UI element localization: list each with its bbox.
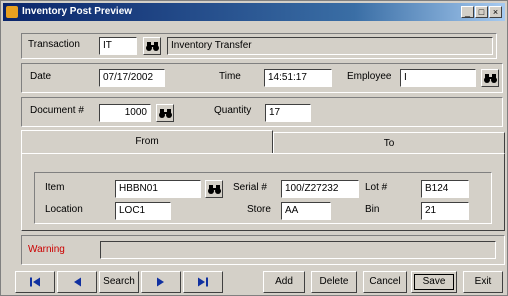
cancel-button[interactable]: Cancel	[363, 271, 407, 293]
employee-field[interactable]: I	[400, 69, 476, 87]
from-details-group: Item HBBN01 Serial # 100/Z27232 Lot # B1…	[34, 172, 492, 224]
first-record-button[interactable]	[15, 271, 55, 293]
document-lookup-button[interactable]	[156, 104, 174, 122]
date-time-panel: Date 07/17/2002 Time 14:51:17 Employee I	[21, 63, 503, 93]
binoculars-icon	[208, 185, 221, 194]
last-record-icon	[198, 277, 208, 287]
bin-field[interactable]: 21	[421, 202, 469, 220]
lot-field[interactable]: B124	[421, 180, 469, 198]
location-field[interactable]: LOC1	[115, 202, 171, 220]
tab-from-label: From	[135, 136, 159, 147]
previous-record-icon	[74, 277, 81, 287]
first-record-icon	[30, 277, 40, 287]
binoculars-icon	[146, 42, 159, 51]
store-label: Store	[247, 204, 271, 215]
warning-label: Warning	[28, 244, 65, 255]
tab-to[interactable]: To	[273, 132, 505, 154]
employee-label: Employee	[347, 71, 392, 82]
item-lookup-button[interactable]	[205, 180, 223, 198]
warning-panel: Warning	[21, 235, 505, 265]
next-record-button[interactable]	[141, 271, 181, 293]
date-field[interactable]: 07/17/2002	[99, 69, 165, 87]
exit-button[interactable]: Exit	[463, 271, 503, 293]
last-record-button[interactable]	[183, 271, 223, 293]
time-label: Time	[219, 71, 241, 82]
transaction-lookup-button[interactable]	[143, 37, 161, 55]
search-button[interactable]: Search	[99, 271, 139, 293]
serial-field[interactable]: 100/Z27232	[281, 180, 359, 198]
quantity-field[interactable]: 17	[265, 104, 311, 122]
delete-button[interactable]: Delete	[311, 271, 357, 293]
warning-field	[100, 241, 496, 259]
next-record-icon	[157, 277, 164, 287]
title-bar[interactable]: Inventory Post Preview _ □ ×	[3, 3, 505, 21]
item-label: Item	[45, 182, 65, 193]
tab-to-label: To	[383, 138, 395, 149]
transaction-panel: Transaction IT Inventory Transfer	[21, 33, 497, 59]
document-number-field[interactable]: 1000	[99, 104, 151, 122]
location-label: Location	[45, 204, 83, 215]
lot-label: Lot #	[365, 182, 388, 193]
document-panel: Document # 1000 Quantity 17	[21, 97, 503, 127]
time-field[interactable]: 14:51:17	[264, 69, 332, 87]
item-field[interactable]: HBBN01	[115, 180, 201, 198]
store-field[interactable]: AA	[281, 202, 331, 220]
quantity-label: Quantity	[214, 105, 252, 116]
employee-lookup-button[interactable]	[481, 69, 499, 87]
add-button[interactable]: Add	[263, 271, 305, 293]
binoculars-icon	[159, 109, 172, 118]
save-button[interactable]: Save	[411, 271, 457, 293]
app-icon	[6, 6, 18, 18]
inventory-post-preview-window: Inventory Post Preview _ □ × Transaction…	[0, 0, 508, 296]
date-label: Date	[30, 71, 52, 82]
tab-from[interactable]: From	[21, 130, 273, 154]
binoculars-icon	[484, 74, 497, 83]
minimize-button[interactable]: _	[461, 6, 474, 18]
close-button[interactable]: ×	[489, 6, 502, 18]
restore-button[interactable]: □	[475, 6, 488, 18]
serial-label: Serial #	[233, 182, 267, 193]
bin-label: Bin	[365, 204, 380, 215]
transaction-code-field[interactable]: IT	[99, 37, 137, 55]
from-tab-content: Item HBBN01 Serial # 100/Z27232 Lot # B1…	[21, 153, 505, 231]
transaction-label: Transaction	[28, 39, 80, 50]
window-title: Inventory Post Preview	[22, 6, 133, 17]
document-label: Document #	[30, 105, 84, 116]
previous-record-button[interactable]	[57, 271, 97, 293]
transaction-description-field: Inventory Transfer	[167, 37, 493, 55]
